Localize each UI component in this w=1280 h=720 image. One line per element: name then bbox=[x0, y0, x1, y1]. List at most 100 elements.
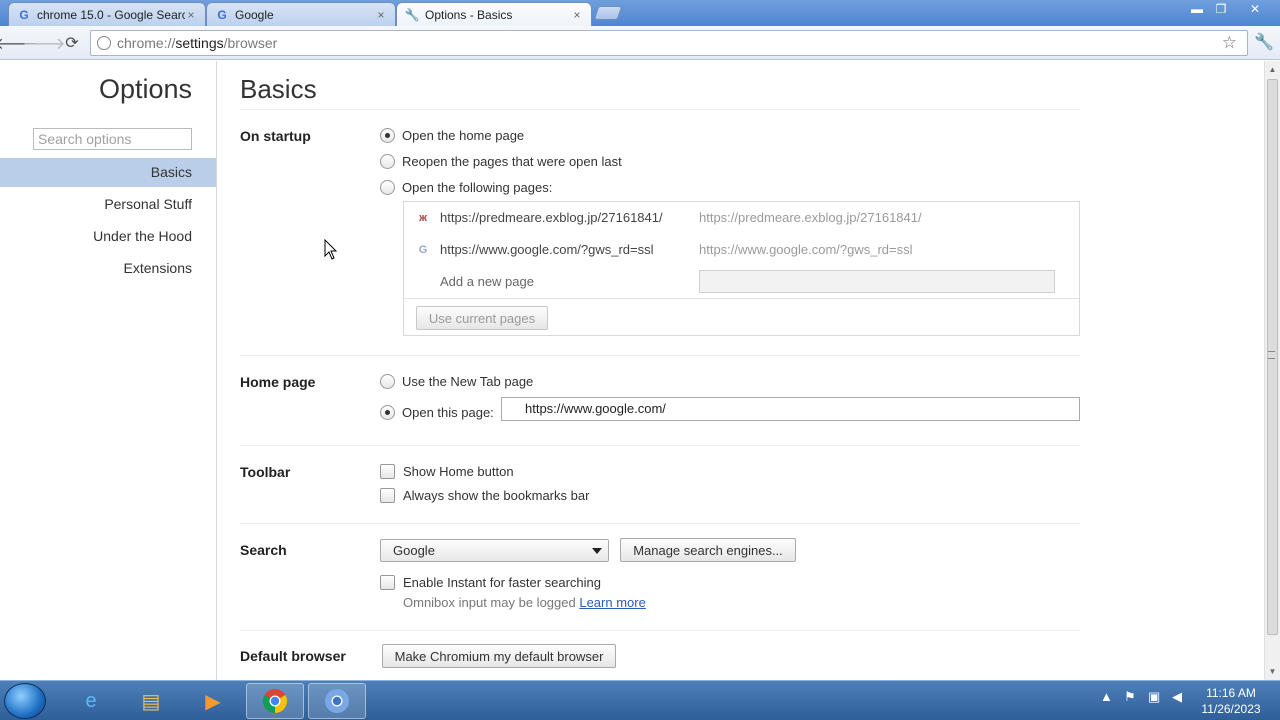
close-window-icon[interactable]: ✕ bbox=[1244, 0, 1266, 18]
checkbox-label: Show Home button bbox=[403, 464, 514, 479]
page-url-secondary: https://www.google.com/?gws_rd=ssl bbox=[699, 242, 913, 257]
new-tab-button[interactable] bbox=[593, 6, 623, 20]
chromium-logo-icon bbox=[325, 689, 349, 713]
sidebar: Options Basics Personal Stuff Under the … bbox=[0, 61, 217, 680]
vertical-scrollbar[interactable]: ▲ ▼ bbox=[1264, 61, 1280, 680]
divider bbox=[240, 630, 1080, 631]
radio-button[interactable] bbox=[380, 154, 395, 169]
page-icon bbox=[97, 36, 111, 50]
radio-label: Open the home page bbox=[402, 128, 525, 143]
google-g-icon: G bbox=[418, 244, 428, 256]
page-url: https://www.google.com/?gws_rd=ssl bbox=[440, 242, 654, 257]
forward-button[interactable]: 🡒 bbox=[23, 32, 66, 54]
instant-note: Omnibox input may be logged Learn more bbox=[403, 595, 646, 610]
url-host: settings bbox=[175, 35, 224, 51]
tab-title: chrome 15.0 - Google Searc bbox=[37, 7, 185, 22]
radio-open-following-pages[interactable]: Open the following pages: bbox=[380, 180, 552, 195]
radio-open-this-page[interactable]: Open this page: bbox=[380, 405, 494, 420]
close-icon[interactable]: × bbox=[571, 8, 583, 22]
radio-label: Reopen the pages that were open last bbox=[402, 154, 622, 169]
scroll-down-icon[interactable]: ▼ bbox=[1265, 664, 1280, 679]
note-text: Omnibox input may be logged bbox=[403, 595, 576, 610]
section-title-home-page: Home page bbox=[240, 374, 316, 390]
file-explorer-icon[interactable]: ▤ bbox=[122, 683, 180, 719]
radio-label: Open this page: bbox=[402, 405, 494, 420]
make-default-browser-button[interactable]: Make Chromium my default browser bbox=[382, 644, 616, 668]
radio-button[interactable] bbox=[380, 374, 395, 389]
url-scheme: chrome:// bbox=[117, 35, 176, 51]
system-clock[interactable]: 11:16 AM 11/26/2023 bbox=[1196, 685, 1266, 717]
checkbox-show-home-button[interactable]: Show Home button bbox=[380, 464, 514, 479]
clock-date: 11/26/2023 bbox=[1201, 702, 1261, 716]
sidebar-item-personal-stuff[interactable]: Personal Stuff bbox=[0, 190, 216, 219]
chrome-icon[interactable] bbox=[246, 683, 304, 719]
learn-more-link[interactable]: Learn more bbox=[579, 595, 645, 610]
network-icon[interactable]: ▣ bbox=[1148, 689, 1160, 705]
restore-icon[interactable]: ❐ bbox=[1210, 0, 1232, 18]
section-title-search: Search bbox=[240, 542, 287, 558]
chromium-icon[interactable] bbox=[308, 683, 366, 719]
tab-strip: G chrome 15.0 - Google Searc × G Google … bbox=[0, 0, 1280, 26]
page-title: Basics bbox=[240, 74, 317, 104]
exblog-icon: ж bbox=[419, 212, 427, 224]
checkbox[interactable] bbox=[380, 488, 395, 503]
tab-google[interactable]: G Google × bbox=[206, 2, 396, 26]
radio-button[interactable] bbox=[380, 180, 395, 195]
sidebar-item-basics[interactable]: Basics bbox=[0, 158, 216, 187]
checkbox-label: Always show the bookmarks bar bbox=[403, 488, 590, 503]
divider bbox=[240, 523, 1080, 524]
search-engine-select[interactable]: Google bbox=[380, 539, 609, 562]
bookmark-star-icon[interactable]: ☆ bbox=[1222, 33, 1237, 53]
minimize-icon[interactable]: ▬ bbox=[1186, 0, 1208, 18]
use-current-pages-button[interactable]: Use current pages bbox=[416, 306, 548, 330]
list-item[interactable]: ж https://predmeare.exblog.jp/27161841/ … bbox=[404, 202, 1079, 234]
start-button[interactable] bbox=[4, 683, 46, 719]
radio-use-new-tab[interactable]: Use the New Tab page bbox=[380, 374, 533, 389]
url-path: /browser bbox=[223, 35, 278, 51]
volume-icon[interactable]: ◀ bbox=[1172, 689, 1182, 705]
checkbox[interactable] bbox=[380, 575, 395, 590]
internet-explorer-icon[interactable]: e bbox=[62, 683, 120, 719]
manage-search-engines-button[interactable]: Manage search engines... bbox=[620, 538, 796, 562]
dropdown-arrow-icon bbox=[592, 548, 602, 554]
radio-reopen-pages[interactable]: Reopen the pages that were open last bbox=[380, 154, 622, 169]
page-url: https://predmeare.exblog.jp/27161841/ bbox=[440, 210, 663, 225]
reload-button[interactable]: ⟳ bbox=[61, 32, 83, 54]
list-item[interactable]: G https://www.google.com/?gws_rd=ssl htt… bbox=[404, 234, 1079, 266]
tab-title: Google bbox=[235, 7, 274, 22]
checkbox-show-bookmarks-bar[interactable]: Always show the bookmarks bar bbox=[380, 488, 589, 503]
select-value: Google bbox=[393, 543, 435, 558]
home-page-url-input[interactable]: https://www.google.com/ bbox=[501, 397, 1080, 421]
radio-button[interactable] bbox=[380, 405, 395, 420]
checkbox[interactable] bbox=[380, 464, 395, 479]
sidebar-item-extensions[interactable]: Extensions bbox=[0, 254, 216, 283]
sidebar-item-under-the-hood[interactable]: Under the Hood bbox=[0, 222, 216, 251]
divider bbox=[240, 355, 1080, 356]
divider bbox=[240, 445, 1080, 446]
section-title-toolbar: Toolbar bbox=[240, 464, 291, 480]
add-page-input[interactable] bbox=[699, 270, 1055, 293]
clock-time: 11:16 AM bbox=[1206, 686, 1256, 700]
checkbox-label: Enable Instant for faster searching bbox=[403, 575, 602, 590]
show-hidden-icons[interactable]: ▲ bbox=[1100, 689, 1113, 704]
divider bbox=[404, 298, 1079, 299]
radio-button[interactable] bbox=[380, 128, 395, 143]
action-center-icon[interactable]: ⚑ bbox=[1124, 689, 1136, 705]
chrome-logo-icon bbox=[262, 689, 288, 713]
divider bbox=[240, 109, 1080, 110]
close-icon[interactable]: × bbox=[185, 8, 197, 22]
media-player-icon[interactable]: ▶ bbox=[184, 683, 242, 719]
search-options-input[interactable] bbox=[33, 128, 192, 150]
settings-page: Options Basics Personal Stuff Under the … bbox=[0, 61, 1264, 680]
scroll-up-icon[interactable]: ▲ bbox=[1265, 62, 1280, 77]
page-url-secondary: https://predmeare.exblog.jp/27161841/ bbox=[699, 210, 922, 225]
section-title-default-browser: Default browser bbox=[240, 648, 346, 664]
checkbox-enable-instant[interactable]: Enable Instant for faster searching bbox=[380, 575, 601, 590]
tab-options-basics[interactable]: 🔧 Options - Basics × bbox=[396, 2, 592, 26]
omnibox[interactable]: chrome://settings/browser ☆ bbox=[90, 30, 1248, 56]
tab-title: Options - Basics bbox=[425, 7, 513, 22]
wrench-menu-icon[interactable]: 🔧 bbox=[1254, 32, 1274, 52]
tab-google-search[interactable]: G chrome 15.0 - Google Searc × bbox=[8, 2, 206, 26]
close-icon[interactable]: × bbox=[375, 8, 387, 22]
radio-open-home-page[interactable]: Open the home page bbox=[380, 128, 524, 143]
